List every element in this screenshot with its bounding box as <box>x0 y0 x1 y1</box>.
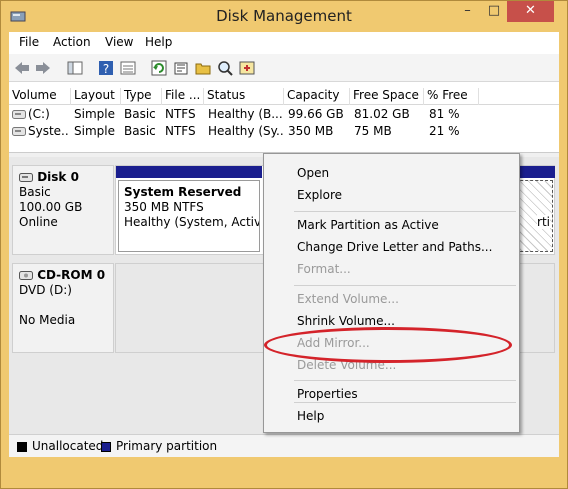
column-type[interactable]: Type <box>121 88 162 105</box>
menu-help[interactable]: Help <box>145 35 172 49</box>
menu-separator <box>294 380 516 381</box>
volume-status: Healthy (Sy... <box>208 124 283 138</box>
column-free-space[interactable]: Free Space <box>350 88 424 105</box>
volume-layout: Simple <box>74 107 115 121</box>
partition-size: 350 MB NTFS <box>124 200 204 214</box>
volume-layout: Simple <box>74 124 115 138</box>
column-status[interactable]: Status <box>204 88 284 105</box>
volume-file-system: NTFS <box>165 107 196 121</box>
toolbar: ? <box>9 54 559 82</box>
column-volume[interactable]: Volume <box>9 88 71 105</box>
menu-item-properties[interactable]: Properties <box>297 387 358 401</box>
column-percent-free[interactable]: % Free <box>424 88 479 105</box>
disk-0-label[interactable]: Disk 0 Basic 100.00 GB Online <box>12 165 114 255</box>
context-menu: Open Explore Mark Partition as Active Ch… <box>263 153 520 433</box>
legend: Unallocated Primary partition <box>9 434 559 457</box>
menu-item-explore[interactable]: Explore <box>297 188 342 202</box>
svg-text:?: ? <box>103 62 109 76</box>
menu-item-change-drive-letter[interactable]: Change Drive Letter and Paths... <box>297 240 492 254</box>
menu-file[interactable]: File <box>19 35 39 49</box>
export-icon[interactable] <box>238 59 256 77</box>
menu-item-extend-volume: Extend Volume... <box>297 292 399 306</box>
search-icon[interactable] <box>216 59 234 77</box>
disk-icon <box>19 173 33 182</box>
volume-status: Healthy (B... <box>208 107 283 121</box>
cdrom-0-label[interactable]: CD-ROM 0 DVD (D:) No Media <box>12 263 114 353</box>
menu-view[interactable]: View <box>105 35 133 49</box>
console-tree-icon[interactable] <box>66 59 84 77</box>
menu-item-help[interactable]: Help <box>297 409 324 423</box>
drive-icon <box>12 110 26 119</box>
column-file-system[interactable]: File ... <box>162 88 204 105</box>
partition-label-fragment: rti <box>537 215 550 229</box>
column-capacity[interactable]: Capacity <box>284 88 350 105</box>
volume-row[interactable]: Syste... Simple Basic NTFS Healthy (Sy..… <box>9 123 559 140</box>
menu-separator <box>294 402 516 403</box>
volume-type: Basic <box>124 124 156 138</box>
cdrom-0-type: DVD (D:) <box>19 283 72 297</box>
cdrom-0-state: No Media <box>19 313 76 327</box>
properties-icon[interactable] <box>172 59 190 77</box>
back-arrow-icon[interactable] <box>13 59 31 77</box>
open-folder-icon[interactable] <box>194 59 212 77</box>
disk-0-state: Online <box>19 215 58 229</box>
volume-free-space: 81.02 GB <box>354 107 410 121</box>
menu-item-open[interactable]: Open <box>297 166 329 180</box>
menu-separator <box>294 211 516 212</box>
volume-list-header: Volume Layout Type File ... Status Capac… <box>9 86 559 105</box>
volume-name: Syste... <box>28 124 70 138</box>
menu-action[interactable]: Action <box>53 35 91 49</box>
menu-item-mark-active[interactable]: Mark Partition as Active <box>297 218 439 232</box>
drive-icon <box>12 127 26 136</box>
volume-type: Basic <box>124 107 156 121</box>
volume-row[interactable]: (C:) Simple Basic NTFS Healthy (B... 99.… <box>9 106 559 123</box>
partition-bar-system-reserved <box>116 166 262 178</box>
system-reserved-partition[interactable]: System Reserved 350 MB NTFS Healthy (Sys… <box>118 180 260 252</box>
disk-management-window: Disk Management – □ ✕ File Action View H… <box>0 0 568 489</box>
volume-free-space: 75 MB <box>354 124 392 138</box>
refresh-icon[interactable] <box>150 59 168 77</box>
menu-separator <box>294 285 516 286</box>
menu-item-format: Format... <box>297 262 351 276</box>
menu-bar: File Action View Help <box>9 32 559 54</box>
unallocated-swatch <box>17 442 27 452</box>
minimize-button[interactable]: – <box>454 1 481 22</box>
partition-name: System Reserved <box>124 185 242 199</box>
forward-arrow-icon[interactable] <box>34 59 52 77</box>
details-icon[interactable] <box>119 59 137 77</box>
primary-partition-swatch <box>101 442 111 452</box>
column-layout[interactable]: Layout <box>71 88 121 105</box>
volume-file-system: NTFS <box>165 124 196 138</box>
disk-0-name: Disk 0 <box>37 170 79 184</box>
legend-primary-partition: Primary partition <box>116 439 218 453</box>
legend-unallocated: Unallocated <box>32 439 104 453</box>
title-bar[interactable]: Disk Management – □ ✕ <box>1 1 567 32</box>
menu-item-shrink-volume[interactable]: Shrink Volume... <box>297 314 395 328</box>
status-bar <box>9 457 559 482</box>
disk-0-type: Basic <box>19 185 51 199</box>
volume-capacity: 350 MB <box>288 124 334 138</box>
cdrom-icon <box>19 271 33 280</box>
volume-percent-free: 21 % <box>429 124 460 138</box>
close-button[interactable]: ✕ <box>507 1 554 22</box>
volume-name: (C:) <box>28 107 50 121</box>
volume-capacity: 99.66 GB <box>288 107 344 121</box>
shrink-volume-highlight <box>264 327 512 363</box>
maximize-button[interactable]: □ <box>481 1 507 22</box>
cdrom-0-name: CD-ROM 0 <box>37 268 106 282</box>
partition-status: Healthy (System, Active, <box>124 215 260 229</box>
disk-0-size: 100.00 GB <box>19 200 83 214</box>
help-icon[interactable]: ? <box>97 59 115 77</box>
volume-percent-free: 81 % <box>429 107 460 121</box>
